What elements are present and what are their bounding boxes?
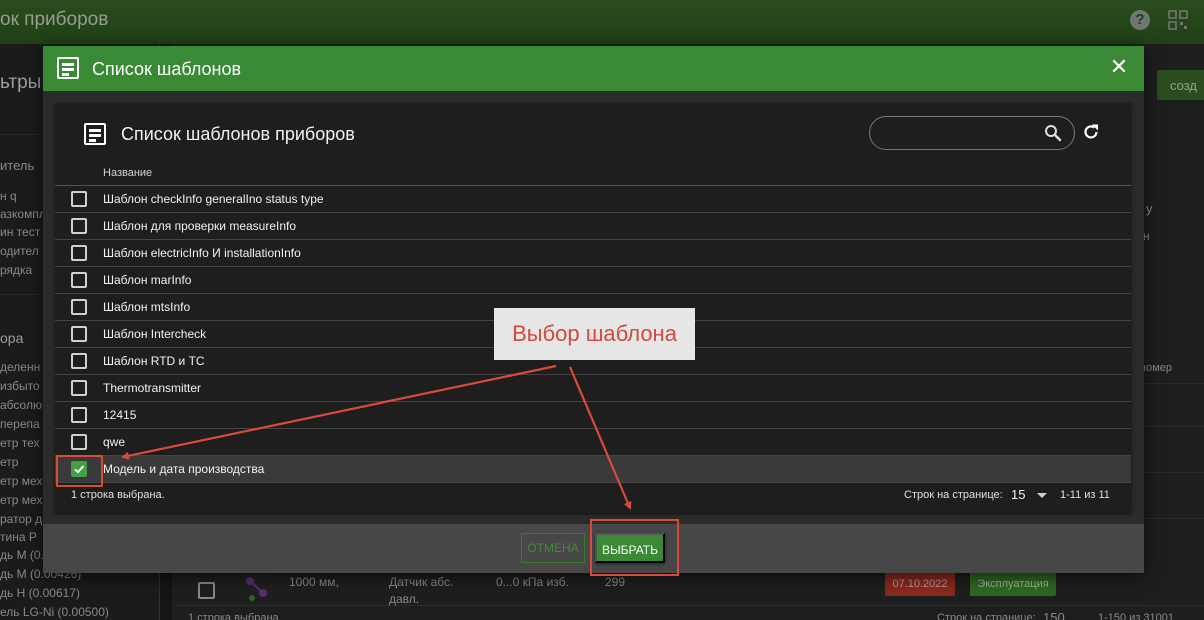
row-label: Шаблон Intercheck bbox=[103, 327, 207, 341]
row-label: Шаблон RTD и TC bbox=[103, 354, 205, 368]
table-row[interactable]: qwe bbox=[55, 429, 1131, 456]
checkbox[interactable] bbox=[71, 353, 87, 369]
row-label: Шаблон checkInfo generalIno status type bbox=[103, 192, 324, 206]
dialog-header: Список шаблонов ✕ bbox=[43, 46, 1144, 91]
checkbox[interactable] bbox=[71, 407, 87, 423]
pagination-range: 1-11 из 11 bbox=[1060, 489, 1110, 501]
checkbox[interactable] bbox=[71, 380, 87, 396]
row-label: 12415 bbox=[103, 408, 137, 422]
annotation-callout: Выбор шаблона bbox=[494, 308, 695, 360]
row-label: Шаблон для проверки measureInfo bbox=[103, 219, 297, 233]
table-row[interactable]: Thermotransmitter bbox=[55, 375, 1131, 402]
dialog-title: Список шаблонов bbox=[92, 59, 242, 79]
row-label: Шаблон electricInfo И installationInfo bbox=[103, 246, 301, 260]
table-row[interactable]: Шаблон marInfo bbox=[55, 267, 1131, 294]
rows-per-page-select[interactable]: 15 bbox=[1011, 487, 1025, 502]
table-row[interactable]: Модель и дата производства bbox=[55, 456, 1131, 483]
table-row[interactable]: Шаблон checkInfo generalIno status type bbox=[55, 186, 1131, 213]
checkbox[interactable] bbox=[71, 218, 87, 234]
checkbox[interactable] bbox=[71, 299, 87, 315]
table-row[interactable]: Шаблон electricInfo И installationInfo bbox=[55, 240, 1131, 267]
row-label: Thermotransmitter bbox=[103, 381, 202, 395]
column-header-name[interactable]: Название bbox=[103, 167, 152, 179]
table-row[interactable]: 12415 bbox=[55, 402, 1131, 429]
table-row[interactable]: Шаблон для проверки measureInfo bbox=[55, 213, 1131, 240]
row-label: Модель и дата производства bbox=[103, 462, 265, 476]
list-icon bbox=[57, 57, 79, 79]
list-icon bbox=[84, 123, 106, 145]
row-label: Шаблон mtsInfo bbox=[103, 300, 191, 314]
checkbox[interactable] bbox=[71, 272, 87, 288]
selected-count: 1 строка выбрана. bbox=[71, 489, 165, 501]
search-icon[interactable] bbox=[1044, 124, 1062, 142]
cancel-button[interactable]: ОТМЕНА bbox=[521, 533, 585, 563]
checkbox[interactable] bbox=[71, 434, 87, 450]
checkbox[interactable] bbox=[71, 326, 87, 342]
checkbox[interactable] bbox=[71, 245, 87, 261]
checkbox[interactable] bbox=[71, 191, 87, 207]
row-label: Шаблон marInfo bbox=[103, 273, 192, 287]
close-icon[interactable]: ✕ bbox=[1107, 55, 1131, 79]
row-label: qwe bbox=[103, 435, 126, 449]
chevron-down-icon[interactable] bbox=[1037, 493, 1047, 498]
search-input[interactable] bbox=[884, 124, 1034, 144]
card-title: Список шаблонов приборов bbox=[121, 124, 355, 144]
refresh-icon[interactable] bbox=[1082, 123, 1100, 141]
annotation-highlight-checkbox bbox=[56, 455, 103, 487]
rows-per-page-label: Строк на странице: bbox=[904, 489, 1003, 501]
screen: ок приборов ? ьтры итель н q азкомпл ин … bbox=[0, 0, 1204, 620]
annotation-highlight-select-button bbox=[590, 519, 679, 576]
